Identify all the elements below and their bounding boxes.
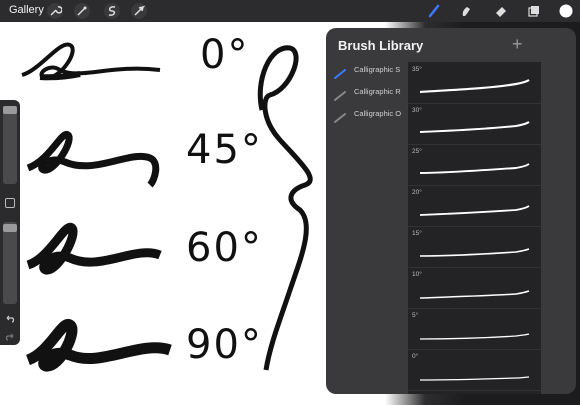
adjustments-icon[interactable] (74, 3, 90, 19)
brush-stroke-preview (419, 333, 530, 340)
brush-category-icon (334, 88, 346, 101)
brush-stroke-preview (419, 376, 530, 381)
angle-label-90: 90° (186, 322, 263, 368)
stroke-45-deg (26, 131, 160, 188)
selection-icon[interactable] (104, 3, 120, 19)
brush-stroke-preview (419, 79, 530, 94)
angle-label-45: 45° (186, 127, 263, 173)
wrench-icon[interactable] (47, 3, 63, 19)
category-calligraphic-o[interactable]: Calligraphic O (326, 104, 406, 126)
brush-item[interactable]: 10° (408, 267, 541, 309)
brush-stroke-preview (419, 205, 530, 216)
angle-label-60: 60° (186, 225, 263, 271)
transform-arrow-icon[interactable] (131, 3, 147, 19)
brush-icon[interactable] (426, 3, 442, 19)
brush-item[interactable]: 5° (408, 308, 541, 350)
opacity-slider[interactable] (3, 222, 17, 304)
undo-icon[interactable] (5, 310, 15, 328)
brush-library-panel: Brush Library + Calligraphic S Calligrap… (326, 28, 576, 394)
brush-item[interactable]: 15° (408, 226, 541, 268)
brush-list: 35° 30° 25° 20° 15° 10° 5° 0° (408, 62, 541, 394)
brush-category-icon (334, 110, 346, 123)
brush-item[interactable]: 25° (408, 144, 541, 186)
gallery-button[interactable]: Gallery (9, 4, 44, 16)
brush-category-icon (334, 66, 346, 79)
category-label: Calligraphic S (354, 65, 401, 74)
stroke-0-deg (21, 42, 161, 80)
brush-item[interactable]: 0° (408, 349, 541, 391)
category-label: Calligraphic R (354, 87, 401, 96)
angle-label-0: 0° (200, 32, 250, 78)
brush-stroke-preview (419, 121, 530, 133)
stroke-60-deg (26, 222, 162, 275)
redo-icon[interactable] (5, 328, 15, 346)
eraser-icon[interactable] (493, 3, 509, 19)
top-toolbar: Gallery (0, 0, 580, 22)
tall-flourish-stroke (257, 45, 313, 371)
brush-stroke-preview (419, 290, 530, 299)
color-icon[interactable] (558, 3, 574, 19)
brush-stroke-preview (419, 248, 530, 257)
brush-stroke-preview (419, 163, 530, 174)
opacity-thumb[interactable] (3, 224, 17, 232)
smudge-icon[interactable] (458, 3, 474, 19)
brush-size-slider[interactable] (3, 106, 17, 184)
category-label: Calligraphic O (354, 109, 402, 118)
stroke-90-deg (25, 319, 172, 372)
brush-item[interactable]: 30° (408, 103, 541, 145)
category-calligraphic-s[interactable]: Calligraphic S (326, 60, 406, 82)
brush-size-thumb[interactable] (3, 106, 17, 114)
brush-item[interactable]: 35° (408, 62, 541, 104)
panel-title: Brush Library (338, 38, 424, 53)
layers-icon[interactable] (526, 3, 542, 19)
category-calligraphic-r[interactable]: Calligraphic R (326, 82, 406, 104)
left-sidebar (0, 100, 20, 345)
modify-square-icon[interactable] (5, 198, 15, 208)
brush-item[interactable]: 20° (408, 185, 541, 227)
brush-categories: Calligraphic S Calligraphic R Calligraph… (326, 60, 406, 126)
add-brush-button[interactable]: + (512, 34, 523, 55)
